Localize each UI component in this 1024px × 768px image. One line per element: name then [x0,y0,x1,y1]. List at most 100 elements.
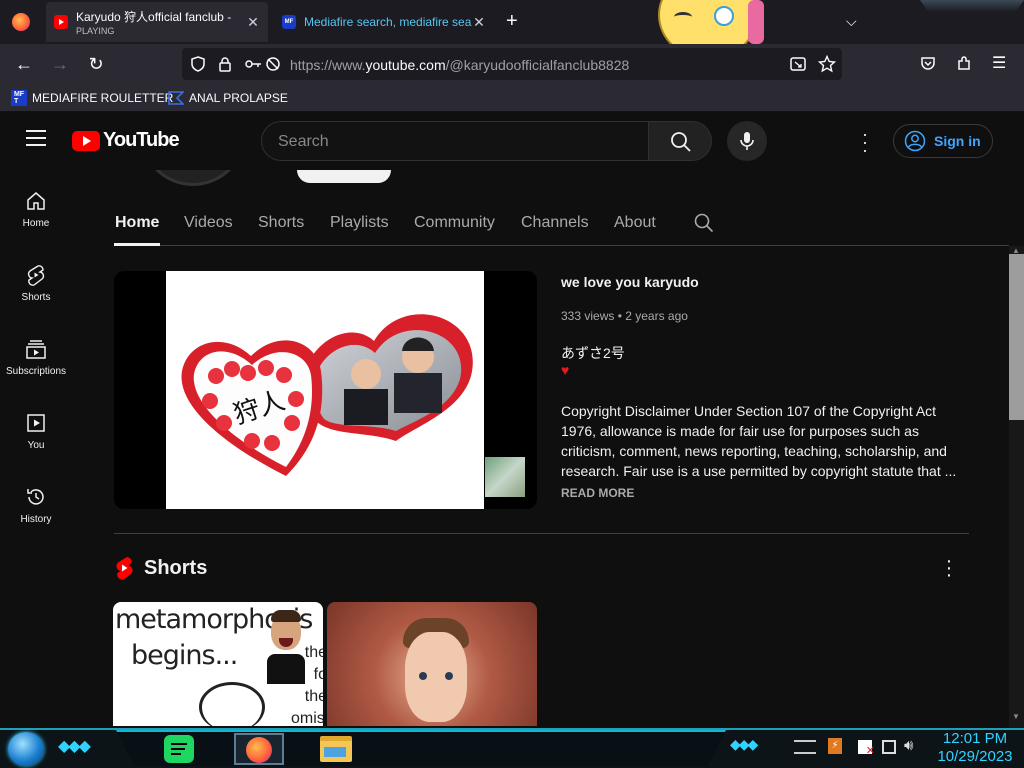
window-decoration [920,0,1024,12]
mediafire-icon: MF T [11,90,27,106]
sidebar-item-shorts[interactable]: Shorts [0,264,72,334]
youtube-favicon-icon [54,15,68,29]
heart-locket-image: 狩人 [181,314,473,476]
lock-icon[interactable] [217,56,233,72]
app-menu-icon[interactable]: ☰ [992,53,1006,73]
channel-thumbnail-overlay [485,457,525,497]
section-divider [114,533,969,534]
security-alert-icon[interactable]: ✕ [858,740,875,757]
search-input[interactable]: Search [261,121,649,161]
bookmarks-toolbar: MF T MEDIAFIRE ROULETTER ANAL PROLAPSE [0,84,1024,112]
close-tab-icon[interactable]: ✕ [472,14,486,31]
firefox-menu-icon[interactable] [12,13,30,31]
voice-search-button[interactable] [727,121,767,161]
tab-karyudo[interactable]: Karyudo 狩人official fanclub - PLAYING ✕ [46,2,268,42]
sidebar-item-home[interactable]: Home [0,190,72,260]
scrollbar-thumb[interactable] [1009,254,1024,420]
youtube-logo[interactable]: YouTube [72,129,180,152]
short-thumbnail-1[interactable]: metamorphosisbegins... the fo the omise [113,602,323,726]
clock-time: 12:01 PM [942,730,1008,747]
reload-button[interactable]: ↻ [84,52,108,76]
search-button[interactable] [648,121,712,161]
close-tab-icon[interactable]: ✕ [246,14,260,31]
bottle-sketch-image [199,682,265,726]
video-title[interactable]: we love you karyudo [561,274,699,290]
short-thumbnail-2[interactable] [327,602,537,726]
bookmark-anal-prolapse[interactable]: ANAL PROLAPSE [168,90,288,106]
tab-about[interactable]: About [614,214,656,232]
file-explorer-icon[interactable] [320,736,352,762]
page-scrollbar[interactable]: ▲ ▼ [1009,246,1024,728]
channel-search-icon[interactable] [694,213,714,233]
microphone-icon [740,132,754,150]
subscribe-button[interactable] [297,170,391,183]
shorts-section-header: Shorts [114,556,207,580]
tab-channels[interactable]: Channels [521,214,589,232]
bookmark-star-icon[interactable] [818,55,836,73]
permissions-icon[interactable] [244,56,262,72]
tabs-divider [114,245,1009,246]
system-clock[interactable]: 12:01 PM 10/29/2023 [925,730,1024,766]
search-icon [671,132,691,152]
new-tab-button[interactable]: + [506,10,518,33]
history-icon [27,489,44,505]
tab-playlists[interactable]: Playlists [330,214,389,232]
volume-icon[interactable]: 🔊︎ [904,737,913,754]
taskbar-decoration: ◆◆◆ [730,736,758,752]
sidebar-item-subscriptions[interactable]: Subscriptions [0,338,72,408]
back-button[interactable]: ← [12,52,36,76]
windows-taskbar: ◆◆◆ ◆◆◆ ⚡ ✕ 🔊︎ 12:01 PM 10/29/2023 [0,728,1024,768]
tab-title: Karyudo 狩人official fanclub - [76,10,232,24]
presenter-face-image [263,610,307,684]
spotify-icon[interactable] [164,735,194,763]
scroll-down-arrow[interactable]: ▼ [1012,712,1020,721]
network-icon[interactable] [882,740,896,754]
tab-home[interactable]: Home [115,214,159,232]
shorts-logo-icon [116,557,133,580]
sign-in-button[interactable]: Sign in [893,124,993,158]
guide-menu-icon[interactable] [26,130,46,146]
pocket-icon[interactable] [920,56,936,72]
read-more-link[interactable]: READ MORE [561,486,634,500]
reader-view-icon[interactable] [790,56,806,72]
list-all-tabs-icon[interactable]: ⌵ [846,13,857,30]
home-icon [27,192,45,210]
face-image [397,612,477,726]
extensions-icon[interactable] [956,56,972,72]
featured-video-player[interactable]: 狩人 [114,271,537,509]
url-text: https://www.youtube.com/@karyudoofficial… [290,57,630,73]
shorts-more-icon[interactable]: · · · [942,551,956,585]
sidebar-item-you[interactable]: You [0,412,72,482]
clock-date: 10/29/2023 [937,748,1013,765]
browser-tab-bar: Karyudo 狩人official fanclub - PLAYING ✕ M… [0,0,1024,60]
video-description-title: あずさ2号 [561,345,625,361]
tab-videos[interactable]: Videos [184,214,233,232]
video-metadata: 333 views • 2 years ago [561,309,688,323]
bookmark-mediafire-rouletter[interactable]: MF T MEDIAFIRE ROULETTER [11,90,173,106]
video-thumbnail: 狩人 [166,271,484,509]
video-description: Copyright Disclaimer Under Section 107 o… [561,403,957,479]
mediafire-favicon-icon: MF [282,15,296,29]
address-bar[interactable]: https://www.youtube.com/@karyudoofficial… [182,48,842,80]
tab-title: Mediafire search, mediafire sea [304,15,472,29]
you-icon [27,414,45,432]
tab-mediafire-search[interactable]: MF Mediafire search, mediafire sea ✕ [274,2,494,42]
tab-community[interactable]: Community [414,214,495,232]
settings-more-icon[interactable]: · · · [858,125,872,159]
sidebar-item-history[interactable]: History [0,486,72,556]
youtube-masthead: YouTube Search · · · Sign in [0,112,1024,170]
autoplay-blocked-icon[interactable] [265,56,281,72]
shield-icon[interactable] [190,56,206,72]
taskbar-app-tray [116,730,726,766]
heart-icon: ♥ [561,362,570,378]
start-button[interactable] [8,732,44,766]
tab-shorts[interactable]: Shorts [258,214,304,232]
forward-button[interactable]: → [48,52,72,76]
show-hidden-icons-icon[interactable] [794,740,816,754]
firefox-icon[interactable] [234,733,284,765]
tray-app-icon[interactable]: ⚡ [828,738,842,754]
channel-avatar [140,170,246,186]
shorts-icon [27,265,45,286]
bookmark-flag-icon [168,91,184,105]
active-tab-indicator [114,243,160,246]
